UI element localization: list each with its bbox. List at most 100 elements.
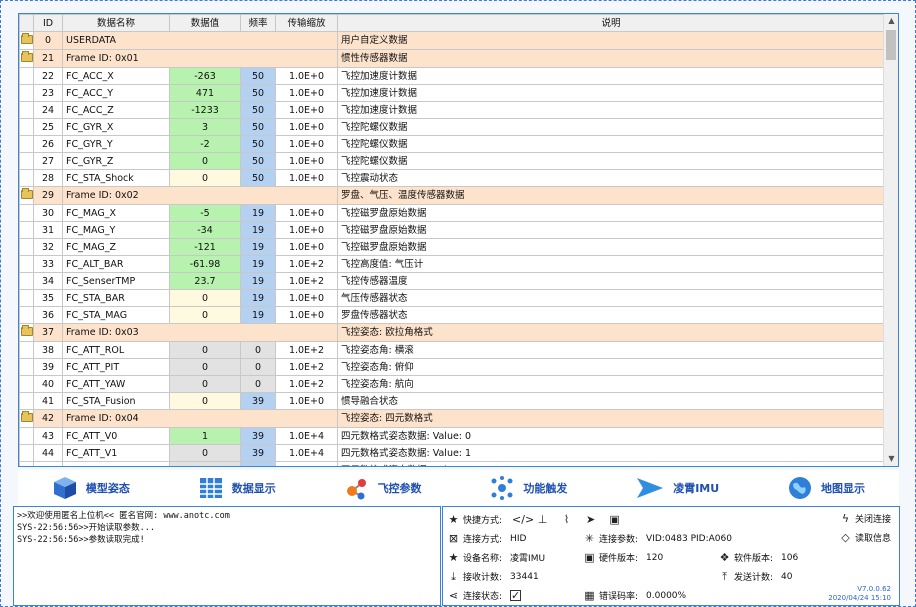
table-row[interactable]: 35 FC_STA_BAR 0 19 1.0E+0 气压传感器状态 bbox=[19, 289, 885, 307]
cube-icon bbox=[53, 477, 76, 499]
cell-value: 0 bbox=[169, 444, 241, 462]
table-row[interactable]: 24 FC_ACC_Z -1233 50 1.0E+0 飞控加速度计数据 bbox=[19, 101, 885, 119]
folder-icon[interactable] bbox=[21, 411, 33, 422]
cell-name: FC_MAG_X bbox=[62, 204, 170, 222]
frame-group-row[interactable]: 0 USERDATA 用户自定义数据 bbox=[19, 31, 885, 50]
rx-count-label: 接收计数: bbox=[463, 573, 503, 583]
chip-icon[interactable]: ▣ bbox=[608, 513, 621, 526]
cell-value: -61.98 bbox=[169, 255, 241, 273]
close-connection-label: 关闭连接 bbox=[854, 515, 891, 525]
column-header[interactable] bbox=[19, 14, 34, 32]
column-header[interactable]: 频率 bbox=[240, 14, 276, 32]
cell-value: -263 bbox=[169, 67, 241, 85]
cell-name: FC_ALT_BAR bbox=[62, 255, 170, 273]
app-window: ID 数据名称 数据值 频率 传输缩放 说明 0 USERDATA 用户自定义数据 21 Fram… bbox=[0, 0, 916, 607]
table-row[interactable]: 39 FC_ATT_PIT 0 0 1.0E+2 飞控姿态角: 俯仰 bbox=[19, 358, 885, 376]
frame-group-row[interactable]: 21 Frame ID: 0x01 惯性传感器数据 bbox=[19, 49, 885, 68]
row-marker bbox=[19, 461, 34, 466]
table-row[interactable]: 27 FC_GYR_Z 0 50 1.0E+0 飞控陀螺仪数据 bbox=[19, 152, 885, 170]
cell-freq: 19 bbox=[240, 289, 276, 307]
frame-group-row[interactable]: 42 Frame ID: 0x04 飞控姿态: 四元数格式 bbox=[19, 409, 885, 428]
hierarchy-icon[interactable]: ⊥ bbox=[536, 513, 549, 526]
column-header[interactable]: 传输缩放 bbox=[275, 14, 338, 32]
scroll-thumb[interactable] bbox=[886, 30, 896, 60]
cell-value: 23.7 bbox=[169, 272, 241, 290]
table-row[interactable]: 26 FC_GYR_Y -2 50 1.0E+0 飞控陀螺仪数据 bbox=[19, 135, 885, 153]
table-row[interactable]: 38 FC_ATT_ROL 0 0 1.0E+2 飞控姿态角: 横滚 bbox=[19, 341, 885, 359]
folder-icon[interactable] bbox=[21, 188, 33, 199]
cell-desc: 飞控磁罗盘原始数据 bbox=[337, 204, 885, 222]
cell-id: 0 bbox=[33, 31, 63, 50]
read-info-button[interactable]: ◇ 读取信息 bbox=[839, 531, 891, 544]
cell-value: -1233 bbox=[169, 101, 241, 119]
imu-button[interactable]: 凌霄IMU bbox=[635, 475, 719, 501]
vertical-scrollbar[interactable]: ▲ ▼ bbox=[883, 14, 898, 466]
scroll-up-icon[interactable]: ▲ bbox=[884, 14, 898, 28]
cell-value: 0 bbox=[169, 341, 241, 359]
cell-name: FC_ATT_YAW bbox=[62, 375, 170, 393]
table-row[interactable]: 43 FC_ATT_V0 1 39 1.0E+4 四元数格式姿态数据: Value: 0 bbox=[19, 427, 885, 445]
map-display-button[interactable]: 地图显示 bbox=[787, 475, 865, 501]
star-icon: ★ bbox=[448, 551, 459, 564]
table-row[interactable]: 45FC_ATT_V20391.0E+4四元数格式姿态数据: Value: 2 bbox=[19, 461, 885, 466]
conn-state-row: ⋖ 连接状态: ✓ bbox=[447, 589, 524, 602]
line-chart-icon[interactable]: ⌇ bbox=[560, 513, 573, 526]
lightning-icon: ϟ bbox=[841, 512, 850, 525]
send-arrow-icon bbox=[637, 478, 664, 498]
network-icon bbox=[491, 476, 513, 500]
column-header[interactable]: ID bbox=[33, 14, 63, 32]
table-row[interactable]: 30 FC_MAG_X -5 19 1.0E+0 飞控磁罗盘原始数据 bbox=[19, 204, 885, 222]
cell-desc: 飞控传感器温度 bbox=[337, 272, 885, 290]
table-row[interactable]: 36 FC_STA_MAG 0 19 1.0E+0 罗盘传感器状态 bbox=[19, 306, 885, 324]
barcode-icon: ▦ bbox=[584, 589, 595, 602]
cell-id: 22 bbox=[33, 67, 63, 85]
code-icon[interactable]: </> bbox=[512, 513, 534, 526]
version-number: V7.0.0.62 bbox=[857, 585, 891, 593]
frame-group-row[interactable]: 29 Frame ID: 0x02 罗盘、气压、温度传感器数据 bbox=[19, 186, 885, 205]
cell-id: 25 bbox=[33, 118, 63, 136]
sw-version-value: 106 bbox=[781, 552, 799, 563]
table-row[interactable]: 33 FC_ALT_BAR -61.98 19 1.0E+2 飞控高度值: 气压计 bbox=[19, 255, 885, 273]
cell-freq: 19 bbox=[240, 238, 276, 256]
folder-icon[interactable] bbox=[21, 33, 33, 44]
row-marker bbox=[19, 341, 34, 359]
flight-params-button[interactable]: 飞控参数 bbox=[344, 475, 422, 501]
table-row[interactable]: 25 FC_GYR_X 3 50 1.0E+0 飞控陀螺仪数据 bbox=[19, 118, 885, 136]
table-row[interactable]: 41 FC_STA_Fusion 0 39 1.0E+0 惯导融合状态 bbox=[19, 392, 885, 410]
table-row[interactable]: 34 FC_SenserTMP 23.7 19 1.0E+2 飞控传感器温度 bbox=[19, 272, 885, 290]
table-row[interactable]: 32 FC_MAG_Z -121 19 1.0E+0 飞控磁罗盘原始数据 bbox=[19, 238, 885, 256]
cell-value: 0 bbox=[169, 461, 241, 466]
row-marker bbox=[19, 306, 34, 324]
cell-scale: 1.0E+4 bbox=[275, 461, 338, 466]
scroll-down-icon[interactable]: ▼ bbox=[884, 452, 898, 466]
column-header[interactable]: 数据值 bbox=[169, 14, 241, 32]
log-console[interactable]: >>欢迎使用匿名上位机<< 匿名官网: www.anotc.com SYS-22… bbox=[13, 506, 441, 606]
table-row[interactable]: 28 FC_STA_Shock 0 50 1.0E+0 飞控震动状态 bbox=[19, 169, 885, 187]
row-marker bbox=[19, 444, 34, 462]
table-row[interactable]: 31 FC_MAG_Y -34 19 1.0E+0 飞控磁罗盘原始数据 bbox=[19, 221, 885, 239]
table-row[interactable]: 22 FC_ACC_X -263 50 1.0E+0 飞控加速度计数据 bbox=[19, 67, 885, 85]
cell-name: FC_STA_Shock bbox=[62, 169, 170, 187]
map-display-label: 地图显示 bbox=[821, 482, 866, 495]
data-display-button[interactable]: 数据显示 bbox=[198, 475, 276, 501]
column-header[interactable]: 说明 bbox=[337, 14, 885, 32]
table-row[interactable]: 40 FC_ATT_YAW 0 0 1.0E+2 飞控姿态角: 航向 bbox=[19, 375, 885, 393]
folder-icon[interactable] bbox=[21, 51, 33, 62]
model-attitude-button[interactable]: 模型姿态 bbox=[52, 475, 130, 501]
close-connection-button[interactable]: ϟ 关闭连接 bbox=[839, 512, 891, 525]
column-header[interactable]: 数据名称 bbox=[62, 14, 170, 32]
device-name-value: 凌霄IMU bbox=[510, 554, 546, 564]
function-trigger-button[interactable]: 功能触发 bbox=[489, 475, 567, 501]
cell-freq: 0 bbox=[240, 358, 276, 376]
frame-group-row[interactable]: 37 Frame ID: 0x03 飞控姿态: 欧拉角格式 bbox=[19, 323, 885, 342]
paper-plane-icon[interactable]: ➤ bbox=[584, 513, 597, 526]
table-row[interactable]: 23 FC_ACC_Y 471 50 1.0E+0 飞控加速度计数据 bbox=[19, 84, 885, 102]
row-marker bbox=[19, 255, 34, 273]
row-marker bbox=[19, 409, 34, 428]
cell-desc: 飞控磁罗盘原始数据 bbox=[337, 238, 885, 256]
log-line: SYS-22:56:56>>开始读取参数... bbox=[17, 523, 155, 533]
read-info-label: 读取信息 bbox=[854, 534, 891, 544]
table-row[interactable]: 44 FC_ATT_V1 0 39 1.0E+4 四元数格式姿态数据: Value: 1 bbox=[19, 444, 885, 462]
row-marker bbox=[19, 204, 34, 222]
folder-icon[interactable] bbox=[21, 325, 33, 336]
